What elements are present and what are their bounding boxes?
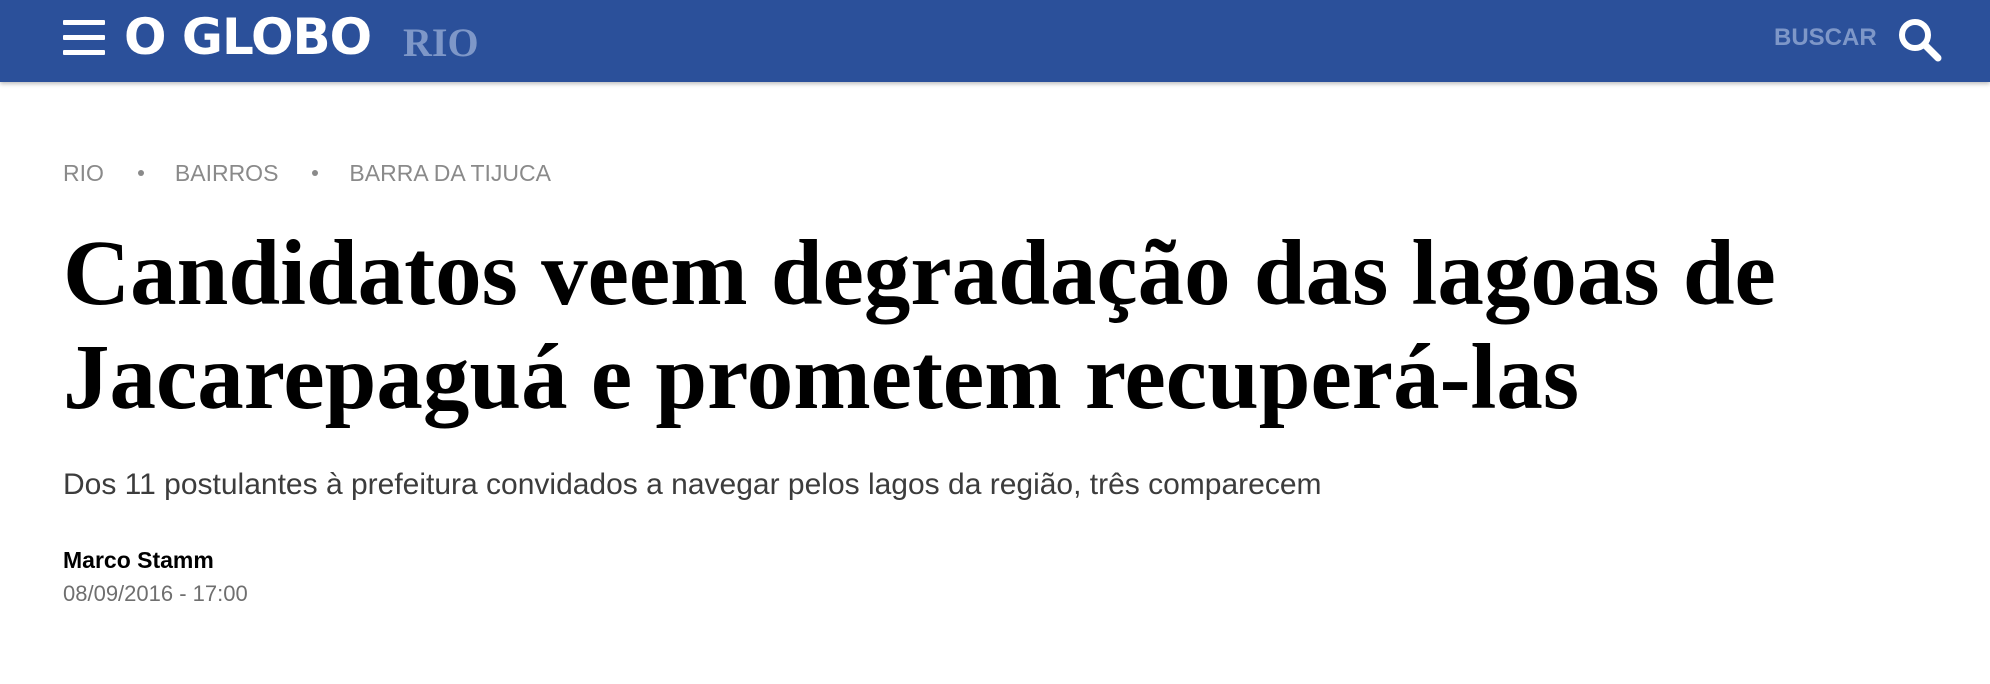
section-name: RIO	[403, 20, 479, 65]
breadcrumb-item-bairros[interactable]: BAIRROS	[175, 160, 279, 187]
search-icon[interactable]	[1896, 16, 1944, 64]
article-subtitle: Dos 11 postulantes à prefeitura convidad…	[63, 468, 1322, 501]
hamburger-menu-icon[interactable]	[63, 18, 105, 58]
breadcrumb-item-barra-da-tijuca[interactable]: BARRA DA TIJUCA	[349, 160, 551, 187]
article-date: 08/09/2016 - 17:00	[63, 581, 248, 606]
breadcrumb: RIO BAIRROS BARRA DA TIJUCA	[63, 158, 551, 188]
site-logo[interactable]: O GLOBO	[124, 6, 372, 68]
breadcrumb-item-rio[interactable]: RIO	[63, 160, 104, 187]
article-author[interactable]: Marco Stamm	[63, 546, 214, 574]
search-button-label[interactable]: BUSCAR	[1774, 24, 1877, 52]
menu-bar-line	[63, 50, 105, 55]
menu-bar-line	[63, 35, 105, 40]
breadcrumb-separator-dot	[137, 170, 144, 176]
top-navigation-bar: O GLOBO RIO BUSCAR	[0, 0, 1990, 82]
breadcrumb-separator-dot	[312, 170, 319, 176]
article-headline: Candidatos veem degradação das lagoas de…	[63, 222, 1776, 429]
menu-bar-line	[63, 20, 105, 25]
